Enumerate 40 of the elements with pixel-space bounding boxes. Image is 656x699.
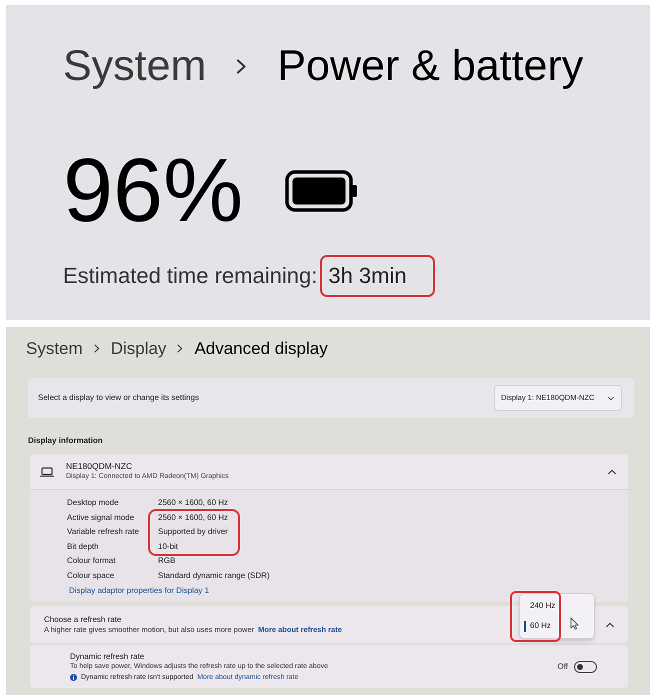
detail-value: RGB <box>157 555 176 567</box>
estimate-value: 3h 3min <box>328 265 407 287</box>
dynamic-refresh-toggle[interactable] <box>574 660 597 672</box>
breadcrumb-link[interactable]: System <box>26 340 83 357</box>
dynamic-refresh-title: Dynamic refresh rate <box>70 650 144 662</box>
estimate-label: Estimated time remaining: <box>63 265 318 287</box>
detail-label: Active signal mode <box>67 512 136 524</box>
chevron-down-icon[interactable] <box>608 396 614 400</box>
chevron-up-icon[interactable] <box>606 622 614 628</box>
detail-label: Bit depth <box>67 540 100 553</box>
detail-value: 2560 × 1600, 60 Hz <box>157 497 228 509</box>
menu-option[interactable]: 240 Hz <box>524 600 559 612</box>
breadcrumb-current: Advanced display <box>194 340 328 357</box>
menu-option[interactable]: 60 Hz <box>524 620 559 632</box>
detail-label: Colour space <box>67 570 116 582</box>
info-icon <box>70 674 77 681</box>
select-display-label: Select a display to view or change its settings <box>38 392 199 404</box>
refresh-rate-title: Choose a refresh rate <box>44 614 122 625</box>
chevron-right-icon <box>177 344 184 353</box>
laptop-icon <box>40 466 54 476</box>
detail-label: Colour format <box>67 555 116 567</box>
breadcrumb-link[interactable]: Display <box>110 340 166 357</box>
detail-value: Supported by driver <box>157 526 229 538</box>
chevron-right-icon <box>236 59 248 74</box>
detail-label: Variable refresh rate <box>67 526 140 538</box>
chevron-right-icon <box>94 344 100 353</box>
mouse-cursor-icon <box>570 616 579 630</box>
section-heading: Display information <box>28 435 103 446</box>
breadcrumb-link[interactable]: System <box>63 45 206 88</box>
battery-percentage: 96% <box>63 146 244 236</box>
battery-icon <box>285 170 360 212</box>
adapter-properties-link[interactable]: Display adaptor properties for Display 1 <box>69 584 210 598</box>
detail-value: Standard dynamic range (SDR) <box>157 570 270 582</box>
chevron-up-icon[interactable] <box>608 468 616 474</box>
breadcrumb-current: Power & battery <box>277 45 584 88</box>
toggle-state-label: Off <box>557 660 568 672</box>
detail-value: 10-bit <box>157 540 180 552</box>
display-name: NE180QDM-NZC <box>66 461 132 472</box>
detail-label: Desktop mode <box>67 497 120 509</box>
detail-value: 2560 × 1600, 60 Hz <box>157 512 230 524</box>
